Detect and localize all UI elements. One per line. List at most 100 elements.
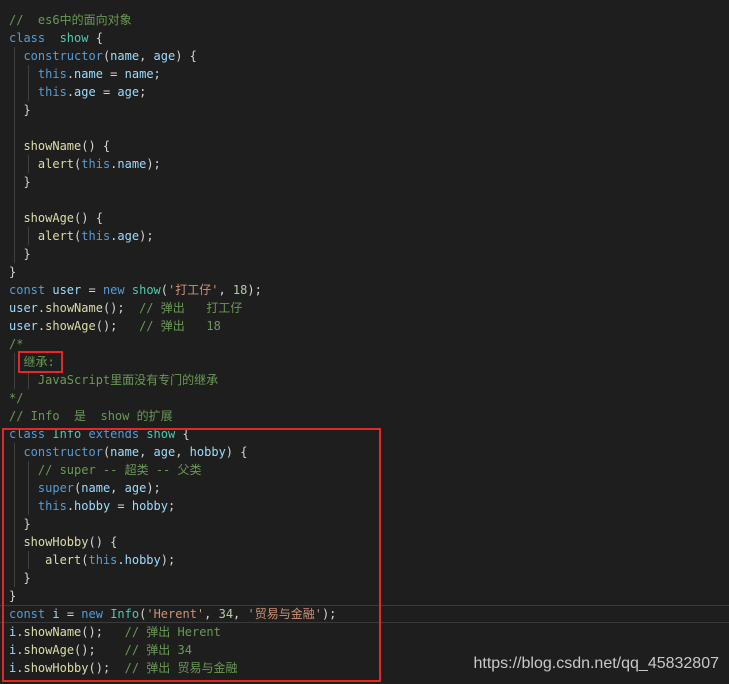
indent-guide — [14, 47, 15, 65]
code-token: showName — [45, 301, 103, 315]
code-token: showAge — [23, 211, 75, 225]
code-line[interactable]: JavaScript里面没有专门的继承 — [0, 371, 729, 389]
code-token: new — [102, 283, 125, 297]
indent-guide — [14, 101, 15, 119]
code-line[interactable]: */ — [0, 389, 729, 407]
code-token: () { — [81, 139, 111, 153]
code-token: () { — [74, 211, 103, 225]
code-line[interactable]: // es6中的面向对象 — [0, 11, 729, 29]
code-token: // 弹出 打工仔 — [139, 301, 243, 315]
code-token: // es6中的面向对象 — [9, 13, 132, 27]
code-token: JavaScript里面没有专门的继承 — [9, 373, 219, 387]
code-token: age — [117, 229, 140, 243]
code-token: (); — [95, 319, 140, 333]
code-token: = — [95, 85, 118, 99]
code-line[interactable]: constructor(name, age) { — [0, 47, 729, 65]
code-token: } — [9, 247, 31, 261]
indent-guide — [14, 227, 15, 245]
code-token: ( — [160, 283, 169, 297]
code-line[interactable]: const user = new show('打工仔', 18); — [0, 281, 729, 299]
code-token: showAge — [45, 319, 96, 333]
indent-guide — [14, 155, 15, 173]
code-line[interactable]: alert(this.name); — [0, 155, 729, 173]
indent-guide — [28, 371, 29, 389]
code-token: // Info 是 show 的扩展 — [9, 409, 173, 423]
indent-guide — [14, 353, 15, 371]
code-line[interactable]: alert(this.age); — [0, 227, 729, 245]
code-line[interactable]: this.age = age; — [0, 83, 729, 101]
code-token: this — [37, 67, 67, 81]
code-token: '打工仔' — [168, 283, 219, 297]
code-line[interactable]: } — [0, 101, 729, 119]
code-token: , — [139, 49, 154, 63]
code-token: */ — [9, 391, 24, 405]
code-token: constructor — [23, 49, 103, 63]
indent-guide — [14, 83, 15, 101]
indent-guide — [14, 245, 15, 263]
code-line[interactable]: } — [0, 263, 729, 281]
code-token: = — [102, 67, 125, 81]
code-token: } — [9, 265, 17, 279]
code-token: (); — [102, 301, 140, 315]
code-token: ); — [146, 157, 161, 171]
code-token: . — [66, 85, 75, 99]
code-line[interactable]: showName() { — [0, 137, 729, 155]
code-token: showName — [23, 139, 82, 153]
code-line[interactable]: showAge() { — [0, 209, 729, 227]
code-line[interactable]: user.showName(); // 弹出 打工仔 — [0, 299, 729, 317]
indent-guide — [28, 83, 29, 101]
code-token: age — [117, 85, 140, 99]
indent-guide — [14, 371, 15, 389]
highlight-box-info-class — [2, 428, 381, 682]
indent-guide — [28, 65, 29, 83]
code-line[interactable]: user.showAge(); // 弹出 18 — [0, 317, 729, 335]
code-line[interactable]: class show { — [0, 29, 729, 47]
code-line[interactable]: 继承: — [0, 353, 729, 371]
code-token: ); — [247, 283, 262, 297]
code-token: , — [218, 283, 233, 297]
indent-guide — [28, 227, 29, 245]
code-token: name — [110, 49, 140, 63]
code-token: . — [66, 67, 75, 81]
code-token: name — [124, 67, 154, 81]
code-token: this — [81, 229, 111, 243]
indent-guide — [14, 191, 15, 209]
highlight-box-inheritance-label — [18, 351, 63, 373]
watermark-url: https://blog.csdn.net/qq_45832807 — [473, 655, 719, 672]
indent-guide — [14, 137, 15, 155]
code-line[interactable] — [0, 191, 729, 209]
code-token: /* — [9, 337, 24, 351]
code-token: ); — [139, 229, 154, 243]
code-token: // 弹出 18 — [139, 319, 221, 333]
code-line[interactable]: } — [0, 173, 729, 191]
indent-guide — [14, 119, 15, 137]
indent-guide — [14, 173, 15, 191]
code-token: class — [9, 31, 46, 45]
code-token: user — [52, 283, 82, 297]
code-token: ; — [153, 67, 161, 81]
code-token: = — [81, 283, 103, 297]
code-line[interactable]: /* — [0, 335, 729, 353]
code-token: const — [9, 283, 46, 297]
code-line[interactable] — [0, 119, 729, 137]
code-token: ; — [139, 85, 147, 99]
code-token: name — [74, 67, 103, 81]
indent-guide — [14, 65, 15, 83]
code-editor[interactable]: // es6中的面向对象 class show { constructor(nam… — [0, 0, 729, 684]
code-token: this — [37, 85, 67, 99]
code-line[interactable]: } — [0, 245, 729, 263]
code-token: } — [9, 175, 31, 189]
code-token: { — [88, 31, 103, 45]
code-token: this — [81, 157, 111, 171]
code-token: user — [9, 319, 38, 333]
code-token: 18 — [232, 283, 248, 297]
code-line[interactable]: this.name = name; — [0, 65, 729, 83]
code-token: name — [117, 157, 147, 171]
code-token: alert — [37, 229, 75, 243]
code-line[interactable]: // Info 是 show 的扩展 — [0, 407, 729, 425]
code-token: alert — [37, 157, 75, 171]
